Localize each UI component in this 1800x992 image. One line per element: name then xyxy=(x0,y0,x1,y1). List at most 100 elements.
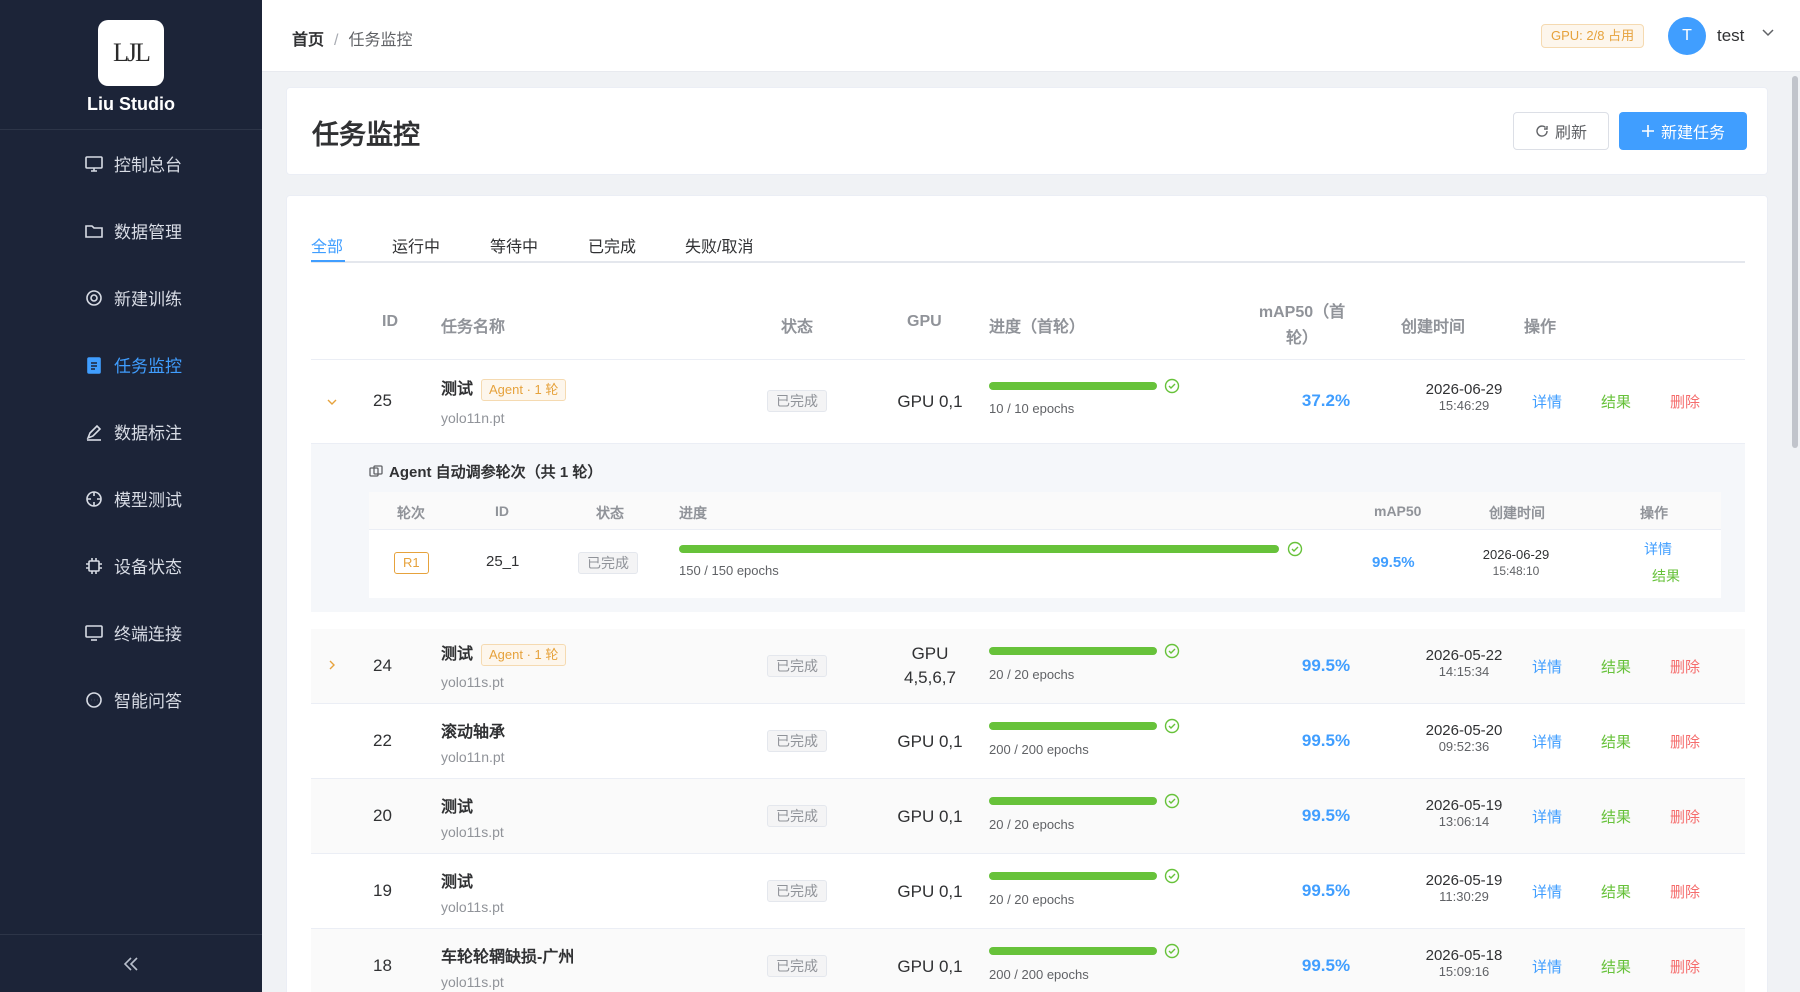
result-link[interactable]: 结果 xyxy=(1601,391,1631,412)
agent-round-badge: Agent · 1 轮 xyxy=(481,379,567,401)
sidebar-item-label: 模型测试 xyxy=(114,491,182,510)
sidebar-item-new-training[interactable]: 新建训练 xyxy=(0,264,262,331)
map50-value: 99.5% xyxy=(1301,656,1351,675)
sidebar-item-device-status[interactable]: 设备状态 xyxy=(0,532,262,599)
tab-completed[interactable]: 已完成 xyxy=(588,233,636,257)
breadcrumb-home[interactable]: 首页 xyxy=(292,32,324,49)
task-name[interactable]: 测试 xyxy=(441,646,473,663)
check-circle-icon xyxy=(1164,868,1180,884)
detail-link[interactable]: 详情 xyxy=(1532,806,1562,827)
sidebar-item-terminal[interactable]: 终端连接 xyxy=(0,599,262,666)
created-time: 2026-05-19 13:06:14 xyxy=(1404,798,1524,830)
created-clock: 09:52:36 xyxy=(1438,739,1490,754)
breadcrumb-current: 任务监控 xyxy=(348,32,413,49)
chevron-down-icon[interactable] xyxy=(325,395,339,409)
created-time: 2026-05-20 09:52:36 xyxy=(1404,723,1524,755)
result-link[interactable]: 结果 xyxy=(1601,731,1631,752)
chevron-down-icon[interactable] xyxy=(1760,24,1776,40)
progress-bar xyxy=(989,382,1157,390)
round-created-clock: 15:48:10 xyxy=(1492,564,1540,578)
table-row[interactable]: 25 测试 Agent · 1 轮 yolo11n.pt 已完成 GPU 0,1 … xyxy=(311,360,1745,444)
delete-link[interactable]: 删除 xyxy=(1670,731,1700,752)
epoch-count: 200 / 200 epochs xyxy=(989,742,1089,757)
detail-link[interactable]: 详情 xyxy=(1532,656,1562,677)
sidebar-item-task-monitor[interactable]: 任务监控 xyxy=(0,331,262,398)
page-scrollbar-thumb[interactable] xyxy=(1792,76,1798,448)
new-task-button[interactable]: 新建任务 xyxy=(1619,112,1747,150)
result-link[interactable]: 结果 xyxy=(1601,806,1631,827)
delete-link[interactable]: 删除 xyxy=(1670,391,1700,412)
sidebar-item-model-test[interactable]: 模型测试 xyxy=(0,465,262,532)
delete-link[interactable]: 删除 xyxy=(1670,806,1700,827)
created-time: 2026-05-19 11:30:29 xyxy=(1404,873,1524,905)
task-name[interactable]: 滚动轴承 xyxy=(441,718,505,742)
table-row[interactable]: 20 测试 yolo11s.pt 已完成 GPU 0,1 20 / 20 epo… xyxy=(311,779,1745,854)
check-circle-icon xyxy=(1164,793,1180,809)
created-date: 2026-06-29 xyxy=(1425,381,1503,398)
result-link[interactable]: 结果 xyxy=(1601,956,1631,977)
check-circle-icon xyxy=(1164,718,1180,734)
sidebar-item-qa[interactable]: 智能问答 xyxy=(0,666,262,733)
delete-link[interactable]: 删除 xyxy=(1670,956,1700,977)
tab-running[interactable]: 运行中 xyxy=(392,233,440,257)
sub-header-id: ID xyxy=(495,503,509,519)
chevron-right-icon[interactable] xyxy=(325,658,339,672)
created-time: 2026-05-22 14:15:34 xyxy=(1404,648,1524,680)
sidebar-item-label: 智能问答 xyxy=(114,692,182,711)
progress-bar xyxy=(989,647,1157,655)
model-file: yolo11s.pt xyxy=(441,824,504,840)
created-date: 2026-05-18 xyxy=(1425,947,1503,964)
tab-all[interactable]: 全部 xyxy=(311,233,343,257)
terminal-icon xyxy=(85,624,103,641)
delete-link[interactable]: 删除 xyxy=(1670,656,1700,677)
status-badge: 已完成 xyxy=(767,880,827,902)
task-id: 22 xyxy=(373,731,392,750)
task-name[interactable]: 测试 xyxy=(441,381,473,398)
detail-link[interactable]: 详情 xyxy=(1532,881,1562,902)
detail-link[interactable]: 详情 xyxy=(1532,391,1562,412)
column-header-gpu: GPU xyxy=(907,313,942,330)
created-time: 2026-06-29 15:46:29 xyxy=(1404,382,1524,414)
task-name[interactable]: 测试 xyxy=(441,868,473,892)
column-header-created: 创建时间 xyxy=(1401,319,1466,336)
sidebar-item-label: 数据标注 xyxy=(114,424,182,443)
sidebar-item-label: 设备状态 xyxy=(114,558,182,577)
tab-failed-cancelled[interactable]: 失败/取消 xyxy=(685,233,753,257)
task-name[interactable]: 车轮轮辋缺损-广州 xyxy=(441,943,574,967)
task-name[interactable]: 测试 xyxy=(441,793,473,817)
detail-link[interactable]: 详情 xyxy=(1532,731,1562,752)
username[interactable]: test xyxy=(1717,26,1744,46)
tab-waiting[interactable]: 等待中 xyxy=(490,233,538,257)
avatar[interactable]: T xyxy=(1668,17,1706,55)
model-file: yolo11n.pt xyxy=(441,410,505,426)
agent-rounds-title: Agent 自动调参轮次（共 1 轮） xyxy=(369,461,602,482)
sidebar-item-dashboard[interactable]: 控制总台 xyxy=(0,130,262,197)
sidebar-item-label: 数据管理 xyxy=(114,223,182,242)
delete-link[interactable]: 删除 xyxy=(1670,881,1700,902)
result-link[interactable]: 结果 xyxy=(1601,881,1631,902)
table-row[interactable]: 18 车轮轮辋缺损-广州 yolo11s.pt 已完成 GPU 0,1 200 … xyxy=(311,929,1745,992)
round-result-link[interactable]: 结果 xyxy=(1652,566,1680,586)
sidebar-item-data-management[interactable]: 数据管理 xyxy=(0,197,262,264)
round-tag: R1 xyxy=(394,552,429,574)
round-detail-link[interactable]: 详情 xyxy=(1644,539,1672,559)
refresh-button[interactable]: 刷新 xyxy=(1513,112,1609,150)
table-row[interactable]: 24 测试 Agent · 1 轮 yolo11s.pt 已完成 GPU 4,5,… xyxy=(311,629,1745,704)
double-chevron-left-icon xyxy=(123,956,138,971)
round-progress-bar xyxy=(679,545,1279,553)
breadcrumb: 首页 / 任务监控 xyxy=(292,26,412,50)
folder-icon xyxy=(85,224,103,238)
breadcrumb-separator: / xyxy=(334,32,339,49)
sidebar-item-annotation[interactable]: 数据标注 xyxy=(0,398,262,465)
sidebar-collapse-button[interactable] xyxy=(0,934,262,992)
model-file: yolo11s.pt xyxy=(441,974,504,990)
created-clock: 11:30:29 xyxy=(1439,889,1489,904)
check-circle-icon xyxy=(1164,643,1180,659)
sub-header-round: 轮次 xyxy=(397,505,425,521)
table-row[interactable]: 19 测试 yolo11s.pt 已完成 GPU 0,1 20 / 20 epo… xyxy=(311,854,1745,929)
table-row[interactable]: 22 滚动轴承 yolo11n.pt 已完成 GPU 0,1 200 / 200… xyxy=(311,704,1745,779)
detail-link[interactable]: 详情 xyxy=(1532,956,1562,977)
agent-round-row[interactable]: R1 25_1 已完成 150 / 150 epochs 99.5% 2026-… xyxy=(369,530,1721,598)
result-link[interactable]: 结果 xyxy=(1601,656,1631,677)
page-header-card: 任务监控 刷新 新建任务 xyxy=(286,87,1768,175)
